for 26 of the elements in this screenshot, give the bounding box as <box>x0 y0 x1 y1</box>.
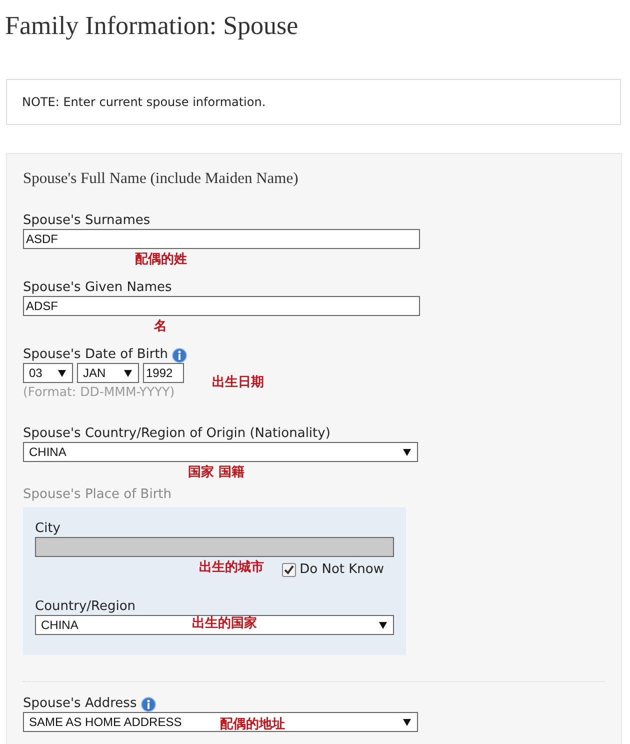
field-label: Spouse's Address <box>23 696 137 712</box>
field-label: Spouse's Place of Birth <box>23 487 173 503</box>
field-label: City <box>35 521 62 537</box>
year-field[interactable]: 1992 <box>143 363 184 383</box>
section-heading: Spouse's Full Name (include Maiden Name) <box>23 170 300 188</box>
note-box: NOTE: Enter current spouse information. <box>6 79 621 125</box>
field-label: Country/Region <box>35 599 137 615</box>
page-title: Family Information: Spouse <box>5 10 300 42</box>
nationality-select[interactable]: CHINA <box>23 442 418 462</box>
month-select[interactable]: JAN <box>77 363 139 383</box>
field-label: Spouse's Given Names <box>23 280 173 296</box>
annotation: 配偶的地址 <box>220 716 285 733</box>
day-select[interactable]: 03 <box>23 363 73 383</box>
field-label: Spouse's Date of Birth <box>23 347 168 363</box>
annotation: 出生日期 <box>212 374 264 391</box>
checkbox-label: Do Not Know <box>300 562 384 577</box>
field-label: Spouse's Surnames <box>23 213 152 229</box>
annotation: 国家 国籍 <box>188 464 245 481</box>
input-field[interactable]: ADSF <box>23 296 420 316</box>
annotation: 出生的城市 <box>199 558 264 576</box>
annotation: 出生的国家 <box>192 614 257 632</box>
annotation: 名 <box>154 318 167 335</box>
annotation: 配偶的姓 <box>135 251 187 268</box>
input-field[interactable]: ASDF <box>23 229 420 249</box>
field-label: Spouse's Country/Region of Origin (Nationality) <box>23 426 332 442</box>
format-hint: (Format: DD-MMM-YYYY) <box>23 384 176 399</box>
